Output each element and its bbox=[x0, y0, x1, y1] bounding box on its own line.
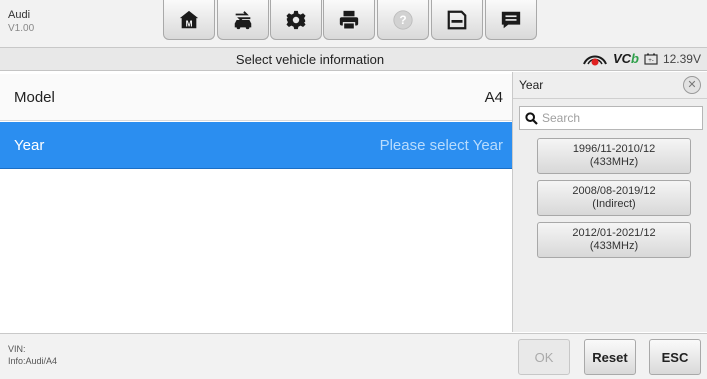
vci-link-icon bbox=[583, 55, 607, 65]
year-select-panel: Year ✕ 1996/11-2010/12 (433MHz) 2008/08-… bbox=[512, 72, 707, 332]
help-button[interactable]: ? bbox=[377, 0, 429, 40]
save-button[interactable] bbox=[431, 0, 483, 40]
ok-button[interactable]: OK bbox=[518, 339, 570, 375]
bottom-bar: VIN: Info:Audi/A4 OK Reset ESC bbox=[0, 333, 707, 379]
printer-icon bbox=[339, 10, 359, 30]
year-option-detail: (433MHz) bbox=[589, 240, 639, 252]
save-icon bbox=[447, 10, 467, 29]
model-value: A4 bbox=[484, 88, 503, 106]
year-option-detail: (Indirect) bbox=[592, 198, 636, 210]
list-item-model[interactable]: Model A4 bbox=[0, 74, 512, 121]
svg-text:+-: +- bbox=[648, 58, 654, 64]
year-option-detail: (433MHz) bbox=[589, 156, 639, 168]
year-option-range: 2008/08-2019/12 bbox=[572, 185, 656, 197]
year-value: Please select Year bbox=[379, 136, 503, 154]
year-option-range: 2012/01-2021/12 bbox=[572, 227, 656, 239]
year-option[interactable]: 2012/01-2021/12 (433MHz) bbox=[537, 222, 691, 258]
home-button[interactable]: M bbox=[163, 0, 215, 40]
panel-header: Year ✕ bbox=[513, 72, 707, 99]
search-input[interactable] bbox=[542, 111, 692, 125]
vci-status: VCb +- 12.39V bbox=[582, 51, 701, 66]
reset-button[interactable]: Reset bbox=[584, 339, 636, 375]
gear-icon bbox=[286, 10, 306, 29]
diagnostic-screen: Audi V1.00 M ? Select vehicle informatio… bbox=[0, 0, 707, 379]
search-icon bbox=[525, 111, 538, 125]
app-version: V1.00 bbox=[8, 23, 35, 34]
close-icon: ✕ bbox=[687, 78, 697, 91]
battery-icon: +- bbox=[644, 53, 658, 65]
model-label: Model bbox=[14, 88, 55, 106]
home-icon: M bbox=[179, 10, 199, 28]
vehicle-info-list: Model A4 Year Please select Year bbox=[0, 72, 512, 332]
top-toolbar: Audi V1.00 M ? bbox=[0, 0, 707, 48]
vehicle-swap-button[interactable] bbox=[217, 0, 269, 40]
vehicle-swap-icon bbox=[234, 10, 252, 29]
voltage-readout: 12.39V bbox=[662, 51, 701, 66]
page-title: Select vehicle information bbox=[235, 52, 385, 67]
svg-text:?: ? bbox=[399, 13, 406, 27]
search-box bbox=[519, 106, 703, 130]
panel-title: Year bbox=[519, 78, 544, 92]
print-button[interactable] bbox=[323, 0, 375, 40]
esc-button[interactable]: ESC bbox=[649, 339, 701, 375]
settings-button[interactable] bbox=[270, 0, 322, 40]
chat-icon bbox=[501, 11, 521, 28]
vehicle-summary: VIN: Info:Audi/A4 bbox=[8, 343, 57, 367]
svg-text:M: M bbox=[186, 19, 193, 28]
year-option-range: 1996/11-2010/12 bbox=[572, 143, 656, 155]
list-item-year[interactable]: Year Please select Year bbox=[0, 122, 512, 169]
message-button[interactable] bbox=[485, 0, 537, 40]
status-bar: Select vehicle information VCb +- 12.39V bbox=[0, 48, 707, 71]
close-panel-button[interactable]: ✕ bbox=[683, 76, 701, 94]
help-icon: ? bbox=[393, 9, 413, 30]
vin-label: VIN: bbox=[8, 344, 26, 354]
info-label: Info:Audi/A4 bbox=[8, 356, 58, 366]
app-info: Audi V1.00 bbox=[8, 8, 34, 36]
year-label: Year bbox=[14, 136, 45, 154]
year-option[interactable]: 1996/11-2010/12 (433MHz) bbox=[537, 138, 691, 174]
vci-label: VCb bbox=[612, 51, 639, 66]
app-name: Audi bbox=[8, 9, 31, 21]
year-option[interactable]: 2008/08-2019/12 (Indirect) bbox=[537, 180, 691, 216]
